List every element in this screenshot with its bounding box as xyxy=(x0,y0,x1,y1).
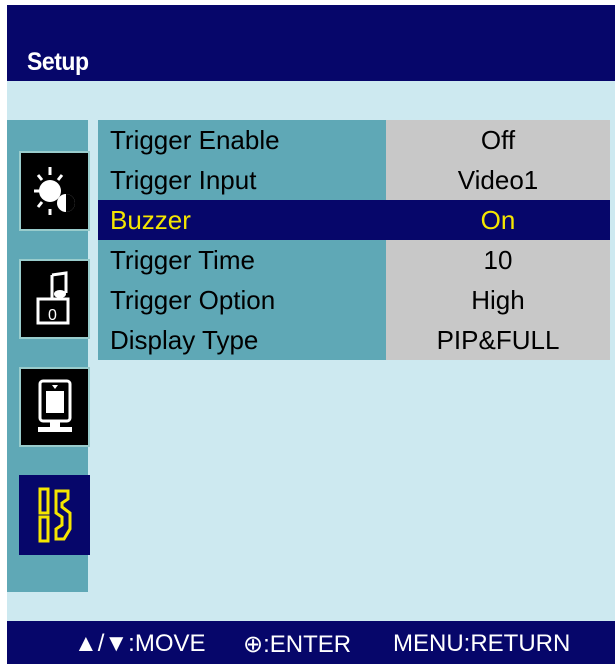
menu-row-buzzer[interactable]: Buzzer On xyxy=(98,200,610,240)
menu-value: PIP&FULL xyxy=(386,320,610,360)
menu-label: Trigger Enable xyxy=(98,120,386,160)
return-hint: MENU:RETURN xyxy=(393,630,571,657)
menu-value: On xyxy=(386,200,610,240)
page-title: Setup xyxy=(27,48,89,76)
menu-label: Trigger Option xyxy=(98,280,386,320)
setup-menu: Trigger Enable Off Trigger Input Video1 … xyxy=(98,120,610,360)
menu-value: 10 xyxy=(386,240,610,280)
menu-label: Trigger Input xyxy=(98,160,386,200)
menu-row-trigger-enable[interactable]: Trigger Enable Off xyxy=(98,120,610,160)
menu-row-trigger-time[interactable]: Trigger Time 10 xyxy=(98,240,610,280)
menu-label: Display Type xyxy=(98,320,386,360)
sound-icon[interactable]: 0 xyxy=(19,259,90,339)
setup-tools-icon[interactable] xyxy=(19,475,90,555)
menu-label: Trigger Time xyxy=(98,240,386,280)
sidebar: 0 xyxy=(7,120,90,592)
svg-text:0: 0 xyxy=(48,307,57,324)
picture-icon[interactable] xyxy=(19,151,90,231)
move-hint: ▲/▼:MOVE xyxy=(74,630,206,657)
menu-row-trigger-input[interactable]: Trigger Input Video1 xyxy=(98,160,610,200)
header-bar: Setup xyxy=(7,5,615,81)
pip-icon[interactable] xyxy=(19,367,90,447)
menu-row-display-type[interactable]: Display Type PIP&FULL xyxy=(98,320,610,360)
menu-value: Video1 xyxy=(386,160,610,200)
menu-value: High xyxy=(386,280,610,320)
footer-hints: ▲/▼:MOVE ⊕:ENTER MENU:RETURN xyxy=(7,621,615,664)
enter-hint: ⊕:ENTER xyxy=(243,631,352,658)
menu-value: Off xyxy=(386,120,610,160)
menu-label: Buzzer xyxy=(98,200,386,240)
menu-row-trigger-option[interactable]: Trigger Option High xyxy=(98,280,610,320)
